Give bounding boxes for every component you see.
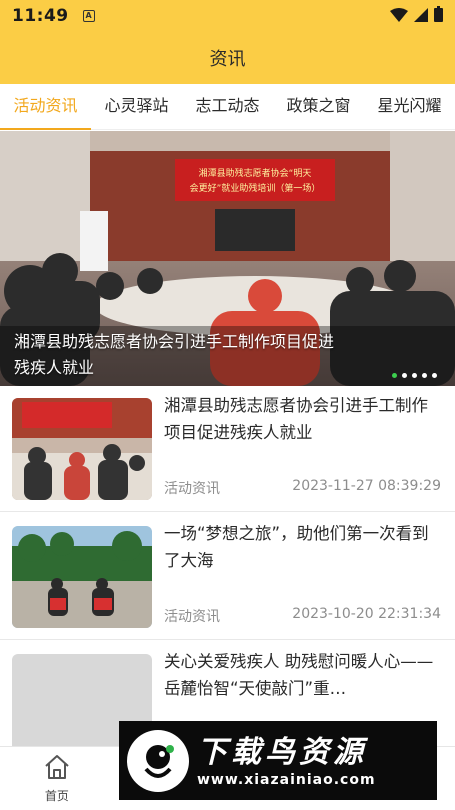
watermark-text: 下载鸟资源 <box>197 734 367 770</box>
nav-home-label: 首页 <box>44 788 69 803</box>
battery-icon <box>434 6 443 26</box>
carousel-dot[interactable] <box>412 373 417 378</box>
carousel-dot[interactable] <box>432 373 437 378</box>
banner-sign-line-2: 会更好”就业助残培训（第一场） <box>190 182 321 194</box>
status-bar: 11:49 A <box>0 0 455 32</box>
status-time: 11:49 <box>12 6 69 26</box>
featured-banner[interactable]: 湘潭县助残志愿者协会“明天 会更好”就业助残培训（第一场） 湘潭县助残志愿者协会… <box>0 131 455 386</box>
news-category: 活动资讯 <box>164 481 220 497</box>
app-header: 资讯 <box>0 32 455 84</box>
news-list-item[interactable]: 湘潭县助残志愿者协会引进手工制作项目促进残疾人就业 活动资讯 2023-11-2… <box>0 386 455 512</box>
nav-home[interactable]: 首页 <box>0 747 114 810</box>
status-icons <box>390 6 443 26</box>
carousel-indicator <box>392 373 437 378</box>
home-icon <box>43 754 71 784</box>
news-title: 湘潭县助残志愿者协会引进手工制作项目促进残疾人就业 <box>164 396 428 442</box>
news-date: 2023-11-27 08:39:29 <box>292 478 441 494</box>
tab-volunteer-news[interactable]: 志工动态 <box>182 84 273 130</box>
news-title: 一场“梦想之旅”，助他们第一次看到了大海 <box>164 524 429 570</box>
carousel-dot[interactable] <box>392 373 397 378</box>
watermark-logo: 下载鸟资源 www.xiazainiao.com <box>119 721 437 800</box>
tab-activity-news[interactable]: 活动资讯 <box>0 84 91 130</box>
news-list-item[interactable]: 一场“梦想之旅”，助他们第一次看到了大海 活动资讯 2023-10-20 22:… <box>0 514 455 640</box>
banner-caption: 湘潭县助残志愿者协会引进手工制作项目促进残疾人就业 <box>14 332 335 377</box>
carousel-dot[interactable] <box>422 373 427 378</box>
news-thumbnail <box>12 398 152 500</box>
category-tabs: 活动资讯 心灵驿站 志工动态 政策之窗 星光闪耀 <box>0 84 455 130</box>
notification-a-icon: A <box>82 10 95 22</box>
carousel-dot[interactable] <box>402 373 407 378</box>
news-date: 2023-10-20 22:31:34 <box>292 606 441 622</box>
wifi-icon <box>390 7 408 26</box>
tab-soul-station[interactable]: 心灵驿站 <box>91 84 182 130</box>
tab-starlight[interactable]: 星光闪耀 <box>364 84 455 130</box>
watermark-bird-icon <box>127 729 189 792</box>
watermark-url: www.xiazainiao.com <box>197 771 376 788</box>
news-category: 活动资讯 <box>164 609 220 625</box>
news-thumbnail <box>12 526 152 628</box>
news-title: 关心关爱残疾人 助残慰问暖人心——岳麓怡智“天使敲门”重… <box>164 652 434 698</box>
page-title: 资讯 <box>209 49 246 70</box>
signal-icon <box>414 7 428 26</box>
banner-sign-line-1: 湘潭县助残志愿者协会“明天 <box>199 167 312 179</box>
tab-policy-window[interactable]: 政策之窗 <box>273 84 364 130</box>
